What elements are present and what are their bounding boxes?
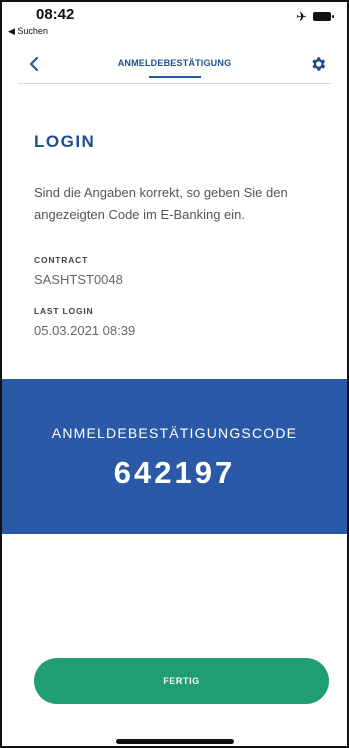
last-login-label: LAST LOGIN bbox=[34, 306, 94, 316]
settings-button[interactable] bbox=[307, 53, 329, 75]
title-underline bbox=[148, 76, 201, 78]
done-button[interactable]: FERTIG bbox=[34, 658, 329, 704]
home-indicator[interactable] bbox=[115, 739, 234, 744]
confirmation-code-label: ANMELDEBESTÄTIGUNGSCODE bbox=[51, 425, 298, 441]
login-heading: LOGIN bbox=[34, 132, 96, 151]
gear-icon bbox=[312, 57, 326, 71]
instruction-text: Sind die Angaben korrekt, so geben Sie d… bbox=[34, 185, 288, 222]
nav-bar: ANMELDEBESTÄTIGUNG bbox=[18, 48, 331, 84]
back-to-app-link[interactable]: ◀ Suchen bbox=[8, 26, 48, 37]
battery-icon bbox=[313, 12, 334, 21]
contract-value: SASHTST0048 bbox=[34, 272, 123, 287]
phone-screen: 08:42 ◀ Suchen ✈ ANMELDEBESTÄTIGUNG LOGI… bbox=[0, 0, 349, 748]
airplane-icon: ✈ bbox=[296, 9, 307, 24]
last-login-value: 05.03.2021 08:39 bbox=[34, 323, 136, 338]
contract-label: CONTRACT bbox=[34, 255, 89, 265]
confirmation-code-value: 642197 bbox=[113, 455, 236, 490]
status-icons: ✈ bbox=[296, 9, 334, 24]
confirmation-code-panel: ANMELDEBESTÄTIGUNGSCODE 642197 bbox=[2, 379, 347, 534]
status-time: 08:42 bbox=[36, 6, 75, 23]
page-title: ANMELDEBESTÄTIGUNG bbox=[117, 58, 232, 68]
